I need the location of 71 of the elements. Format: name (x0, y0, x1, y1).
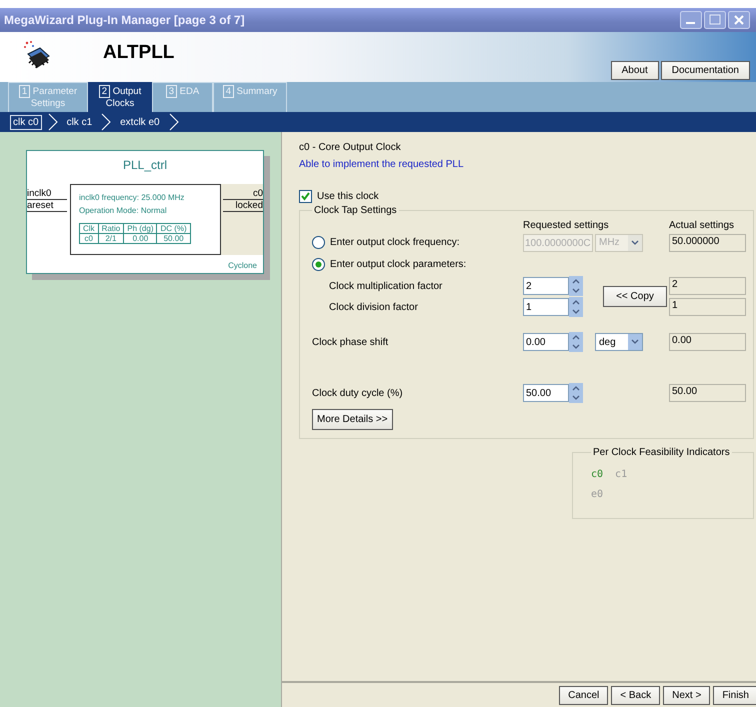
duty-cycle-field[interactable]: 50.00 (523, 384, 569, 402)
chevron-icon (168, 113, 179, 131)
wizard-button[interactable]: Finish (713, 686, 756, 705)
status-message: Able to implement the requested PLL (299, 159, 465, 170)
pll-info-text: Operation Mode: Normal (79, 206, 168, 215)
checkbox[interactable] (299, 190, 312, 203)
phase-label: Clock phase shift (312, 336, 390, 348)
duty-cycle-label: Clock duty cycle (%) (312, 388, 404, 398)
table-cell: 2/1 (98, 234, 124, 244)
spinner-arrows-icon[interactable] (569, 383, 583, 403)
spinner-arrows-icon[interactable] (569, 332, 583, 352)
radio-label: Enter output clock parameters: (330, 259, 466, 270)
input-port: areset (27, 200, 67, 212)
table-header: Ratio (98, 224, 124, 234)
table-cell: 0.00 (124, 234, 157, 244)
close-icon[interactable] (728, 11, 750, 29)
wizard-button[interactable]: Cancel (559, 686, 608, 705)
spinner-arrows-icon[interactable] (569, 276, 583, 296)
table-cell: c0 (80, 234, 98, 244)
table-header: DC (%) (156, 224, 190, 234)
column-header: Requested settings (523, 220, 610, 231)
copy-button[interactable]: << Copy (603, 286, 667, 307)
factor-label: Clock multiplication factor (328, 280, 444, 292)
table-cell: 50.00 (156, 234, 190, 244)
clock-heading: c0 - Core Output Clock (299, 142, 402, 153)
chevron-icon (101, 113, 112, 131)
pll-info-text: inclk0 frequency: 25.000 MHz (79, 193, 186, 202)
window-title: MegaWizard Plug-In Manager [page 3 of 7] (4, 13, 246, 27)
radio-button[interactable] (312, 258, 325, 271)
clock-breadcrumb[interactable]: clk c0 (10, 114, 42, 130)
maximize-icon[interactable] (704, 11, 726, 29)
clock-indicator: c0 (591, 468, 604, 480)
header-button[interactable]: About (610, 61, 659, 80)
factor-field[interactable]: 2 (523, 277, 569, 295)
clock-breadcrumb[interactable]: clk c1 (64, 114, 96, 130)
minimize-icon[interactable] (680, 11, 702, 29)
actual-value: 1 (669, 298, 746, 316)
wizard-button[interactable]: < Back (611, 686, 660, 705)
group-title: Clock Tap Settings (313, 205, 398, 216)
clock-indicator: e0 (591, 488, 604, 500)
table-header: Clk (80, 224, 98, 234)
output-port: c0 (223, 188, 263, 200)
clock-indicator: c1 (615, 468, 628, 480)
component-title: ALTPLL (103, 42, 176, 64)
clock-breadcrumb[interactable]: extclk e0 (117, 114, 163, 130)
actual-value: 50.000000 (669, 234, 746, 252)
checkbox-label: Use this clock (317, 191, 379, 202)
block-name: PLL_ctrl (122, 158, 168, 172)
actual-value: 2 (669, 277, 746, 295)
device-family: Cyclone (227, 261, 258, 270)
chevron-icon (48, 113, 58, 131)
column-header: Actual settings (669, 220, 736, 231)
factor-field[interactable]: 1 (523, 298, 569, 316)
group-title: Per Clock Feasibility Indicators (592, 447, 731, 458)
header-button[interactable]: Documentation (660, 61, 750, 80)
phase-field[interactable]: 0.00 (523, 333, 569, 351)
chip-icon (22, 40, 52, 70)
spinner-arrows-icon[interactable] (569, 297, 583, 317)
unit-dropdown[interactable]: deg (595, 333, 643, 351)
unit-value: MHz (599, 237, 620, 248)
actual-value: 50.00 (669, 384, 746, 402)
input-port: inclk0 (27, 188, 67, 200)
more-details-button[interactable]: More Details >> (312, 409, 393, 430)
table-header: Ph (dg) (124, 224, 157, 234)
factor-label: Clock division factor (328, 302, 419, 312)
radio-label: Enter output clock frequency: (330, 237, 460, 248)
wizard-button[interactable]: Next > (663, 686, 710, 705)
unit-value: deg (599, 336, 616, 348)
actual-value: 0.00 (669, 333, 746, 351)
wizard-tab[interactable]: 2 Output Clocks (88, 82, 152, 112)
output-port: locked (223, 200, 263, 212)
